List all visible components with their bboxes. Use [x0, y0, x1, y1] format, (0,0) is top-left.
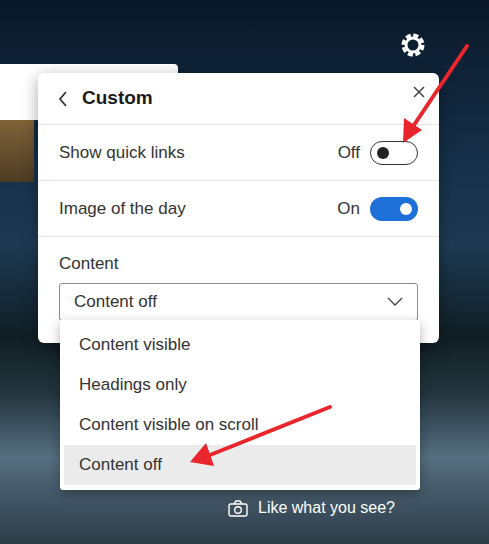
- settings-panel: Custom Show quick links Off Image of the da…: [38, 73, 439, 343]
- toggle-state: On: [337, 196, 360, 222]
- select-value: Content off: [74, 289, 157, 315]
- content-select[interactable]: Content off: [59, 283, 418, 321]
- content-label: Content: [59, 251, 418, 277]
- toggle-knob: [377, 147, 389, 159]
- toggle-switch[interactable]: [370, 197, 418, 221]
- option-label: Content visible: [79, 332, 191, 358]
- panel-title: Custom: [82, 84, 153, 113]
- annotation-arrows: [0, 0, 489, 544]
- lit-building: [0, 112, 34, 182]
- option-label: Content visible on scroll: [79, 412, 259, 438]
- camera-icon[interactable]: [228, 500, 248, 517]
- toggle-state: Off: [338, 140, 360, 166]
- dropdown-option[interactable]: Content visible on scroll: [64, 405, 416, 445]
- gear-icon[interactable]: [399, 31, 427, 59]
- toggle-switch[interactable]: [370, 141, 418, 165]
- setting-row: Image of the day On: [38, 181, 439, 237]
- image-info[interactable]: Like what you see?: [228, 496, 395, 520]
- setting-row: Show quick links Off: [38, 125, 439, 181]
- back-icon[interactable]: [58, 91, 68, 107]
- dropdown-option[interactable]: Content off: [64, 445, 416, 485]
- setting-label: Show quick links: [59, 140, 185, 166]
- option-label: Headings only: [79, 372, 187, 398]
- like-link[interactable]: Like what you see?: [258, 496, 395, 520]
- toggle-group: Off: [338, 140, 418, 166]
- dropdown-option[interactable]: Headings only: [64, 365, 416, 405]
- chevron-down-icon: [387, 297, 403, 307]
- background-photo: Custom Show quick links Off Image of the da…: [0, 0, 489, 544]
- toggle-knob: [400, 203, 412, 215]
- dropdown-menu: Content visible Headings only Content visi…: [60, 320, 420, 490]
- toggle-group: On: [337, 196, 418, 222]
- close-icon[interactable]: [413, 86, 425, 98]
- panel-header: Custom: [38, 73, 439, 125]
- setting-label: Image of the day: [59, 196, 186, 222]
- option-label: Content off: [79, 452, 162, 478]
- dropdown-option[interactable]: Content visible: [64, 325, 416, 365]
